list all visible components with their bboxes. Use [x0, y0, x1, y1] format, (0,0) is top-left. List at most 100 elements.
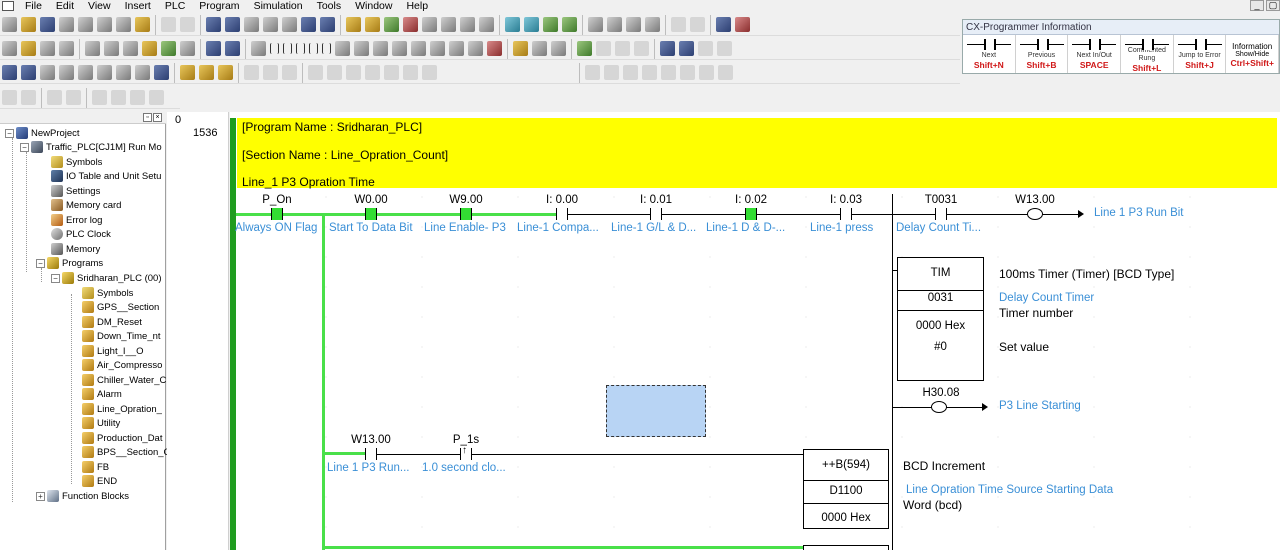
tree-node-section[interactable]: GPS__Section: [82, 300, 159, 314]
collapse-icon[interactable]: −: [36, 258, 45, 268]
contact-w13-00[interactable]: [365, 448, 377, 460]
tree-node-plc-clock[interactable]: PLC Clock: [51, 227, 111, 241]
zoom-icon[interactable]: [21, 41, 36, 56]
diagram-c-icon[interactable]: [623, 65, 638, 80]
contact-w0-00[interactable]: [365, 208, 377, 220]
open-folder-icon[interactable]: [21, 17, 36, 32]
go-to-icon[interactable]: [263, 17, 278, 32]
sim-run-icon[interactable]: [346, 65, 361, 80]
pause-icon[interactable]: [422, 17, 437, 32]
sim-step-in-icon[interactable]: [308, 65, 323, 80]
tree-node-programs[interactable]: − Programs: [36, 256, 103, 270]
data-trace-icon[interactable]: [679, 41, 694, 56]
window-icon[interactable]: [716, 17, 731, 32]
tree-node-plc[interactable]: − Traffic_PLC[CJ1M] Run Mo: [20, 140, 162, 154]
setup-icon[interactable]: [645, 17, 660, 32]
or-nc-contact-icon[interactable]: [309, 43, 318, 54]
close-icon[interactable]: ×: [153, 113, 162, 122]
diagram-b-icon[interactable]: [604, 65, 619, 80]
menu-view[interactable]: View: [81, 0, 118, 12]
next-instruction-block[interactable]: [803, 545, 889, 550]
comments-icon[interactable]: [104, 41, 119, 56]
instruction-nc-icon[interactable]: [430, 41, 445, 56]
diagram-d-icon[interactable]: [642, 65, 657, 80]
watch-icon[interactable]: [161, 41, 176, 56]
program-mode-icon[interactable]: [505, 17, 520, 32]
redo-icon[interactable]: [180, 17, 195, 32]
minimize-button[interactable]: _: [1250, 0, 1264, 11]
display-decimal-icon[interactable]: [180, 65, 195, 80]
task-icon[interactable]: [717, 41, 732, 56]
mnemonic-view-icon[interactable]: [225, 41, 240, 56]
cancel-edit-icon[interactable]: [551, 41, 566, 56]
pulse-contact-icon[interactable]: [322, 43, 331, 54]
cut-icon[interactable]: [97, 17, 112, 32]
monitor-mode-icon[interactable]: [543, 17, 558, 32]
display-16bit-icon[interactable]: [218, 65, 233, 80]
bookmark-icon[interactable]: [282, 65, 297, 80]
menu-simulation[interactable]: Simulation: [247, 0, 310, 12]
contact-i-0-00[interactable]: [556, 208, 568, 220]
sim-step-out-icon[interactable]: [327, 65, 342, 80]
outdent-icon[interactable]: [21, 90, 36, 105]
help-icon[interactable]: [301, 17, 316, 32]
properties-icon[interactable]: [282, 17, 297, 32]
contact-i-0-03[interactable]: [840, 208, 852, 220]
vertical-line-icon[interactable]: [335, 41, 350, 56]
bookmark-toggle-icon[interactable]: [92, 90, 107, 105]
print-icon[interactable]: [59, 17, 74, 32]
tree-node-io-table[interactable]: IO Table and Unit Setu: [51, 169, 161, 183]
contact-i-0-02[interactable]: [745, 208, 757, 220]
memory-view-icon[interactable]: [154, 65, 169, 80]
copy-icon[interactable]: [116, 17, 131, 32]
paste-icon[interactable]: [135, 17, 150, 32]
diagram-h-icon[interactable]: [718, 65, 733, 80]
tree-node-section[interactable]: Production_Dat: [82, 431, 162, 445]
replace-icon[interactable]: [225, 17, 240, 32]
output-icon[interactable]: [21, 65, 36, 80]
contact-p-on[interactable]: [271, 208, 283, 220]
menu-program[interactable]: Program: [192, 0, 246, 12]
compare-icon[interactable]: [441, 17, 456, 32]
sim-fast-forward-icon[interactable]: [422, 65, 437, 80]
nc-contact-icon[interactable]: [283, 43, 292, 54]
uncomment-line-icon[interactable]: [66, 90, 81, 105]
force-cancel-icon[interactable]: [615, 41, 630, 56]
undo-icon[interactable]: [161, 17, 176, 32]
stop-icon[interactable]: [735, 17, 750, 32]
toolbox-icon[interactable]: [97, 65, 112, 80]
tree-node-error-log[interactable]: Error log: [51, 213, 102, 227]
project-workspace-icon[interactable]: [2, 65, 17, 80]
set-value-icon[interactable]: [634, 41, 649, 56]
info-cell-show-hide[interactable]: Information Show/Hide Ctrl+Shift+: [1226, 35, 1280, 73]
rung-margin-icon[interactable]: [123, 41, 138, 56]
tree-node-section[interactable]: Chiller_Water_C: [82, 373, 166, 387]
collapse-icon[interactable]: −: [5, 128, 14, 138]
tree-node-section[interactable]: Utility: [82, 416, 120, 430]
display-hex-icon[interactable]: [199, 65, 214, 80]
tree-node-function-blocks[interactable]: + Function Blocks: [36, 489, 129, 503]
no-contact-icon[interactable]: [270, 43, 279, 54]
coil-icon[interactable]: [373, 41, 388, 56]
compile-icon[interactable]: [671, 17, 686, 32]
coil-w13-00[interactable]: [1027, 208, 1043, 220]
download-icon[interactable]: [479, 17, 494, 32]
memory-icon[interactable]: [607, 17, 622, 32]
print-preview-icon[interactable]: [78, 17, 93, 32]
bookmark-prev-icon[interactable]: [130, 90, 145, 105]
sections-icon[interactable]: [135, 65, 150, 80]
run-mode-icon[interactable]: [562, 17, 577, 32]
contact-t0031[interactable]: [935, 208, 947, 220]
zoom-in-icon[interactable]: [40, 41, 55, 56]
sim-next-icon[interactable]: [403, 65, 418, 80]
find-icon[interactable]: [206, 17, 221, 32]
output-window-icon[interactable]: [180, 41, 195, 56]
online-icon[interactable]: [365, 17, 380, 32]
bookmark-next-icon[interactable]: [111, 90, 126, 105]
comment-line-icon[interactable]: [47, 90, 62, 105]
tree-node-settings[interactable]: Settings: [51, 184, 100, 198]
diagram-f-icon[interactable]: [680, 65, 695, 80]
coil-h30-08[interactable]: [931, 401, 947, 413]
bookmark-clear-icon[interactable]: [149, 90, 164, 105]
zoom-to-fit-icon[interactable]: [2, 41, 17, 56]
